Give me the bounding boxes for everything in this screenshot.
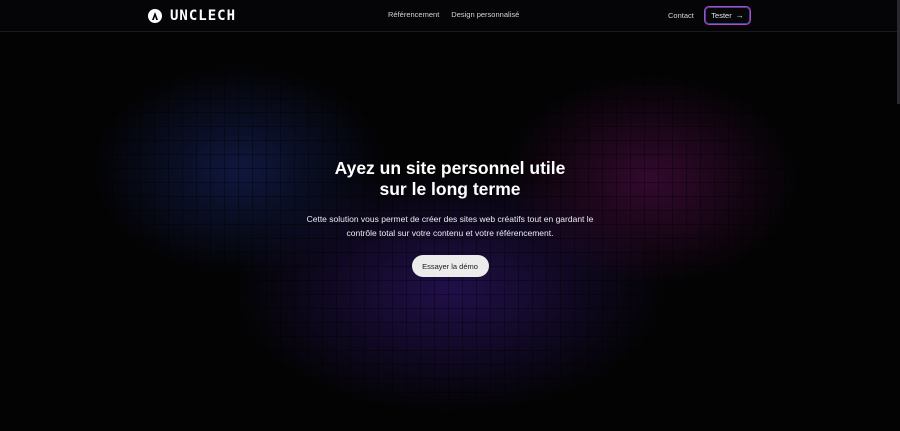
nav-link-design[interactable]: Design personnalisé [451,10,519,19]
nav-link-referencement[interactable]: Référencement [388,10,439,19]
hero-subtitle-line-2: contrôle total sur votre contenu et votr… [346,228,554,238]
demo-button[interactable]: Essayer la démo [411,255,489,277]
tester-button-label: Tester [711,11,732,20]
tester-button[interactable]: Tester → [704,6,751,25]
logo-text: UNCLECH [170,8,237,24]
hero-subtitle-line-1: Cette solution vous permet de créer des … [306,214,594,224]
hero-title-line-1: Ayez un site personnel utile [334,158,566,178]
page: UNCLECH Référencement Design personnalis… [0,0,900,431]
logo-icon [148,9,162,23]
top-navbar: UNCLECH Référencement Design personnalis… [0,0,900,32]
hero-section: Ayez un site personnel utile sur le long… [0,158,900,277]
hero-subtitle: Cette solution vous permet de créer des … [280,212,620,240]
main-nav: Référencement Design personnalisé [388,10,519,19]
hero-title: Ayez un site personnel utile sur le long… [0,158,900,200]
arrow-right-icon: → [735,11,744,20]
nav-link-contact[interactable]: Contact [668,11,694,20]
hero-title-line-2: sur le long terme [379,179,521,199]
logo[interactable]: UNCLECH [148,8,236,24]
